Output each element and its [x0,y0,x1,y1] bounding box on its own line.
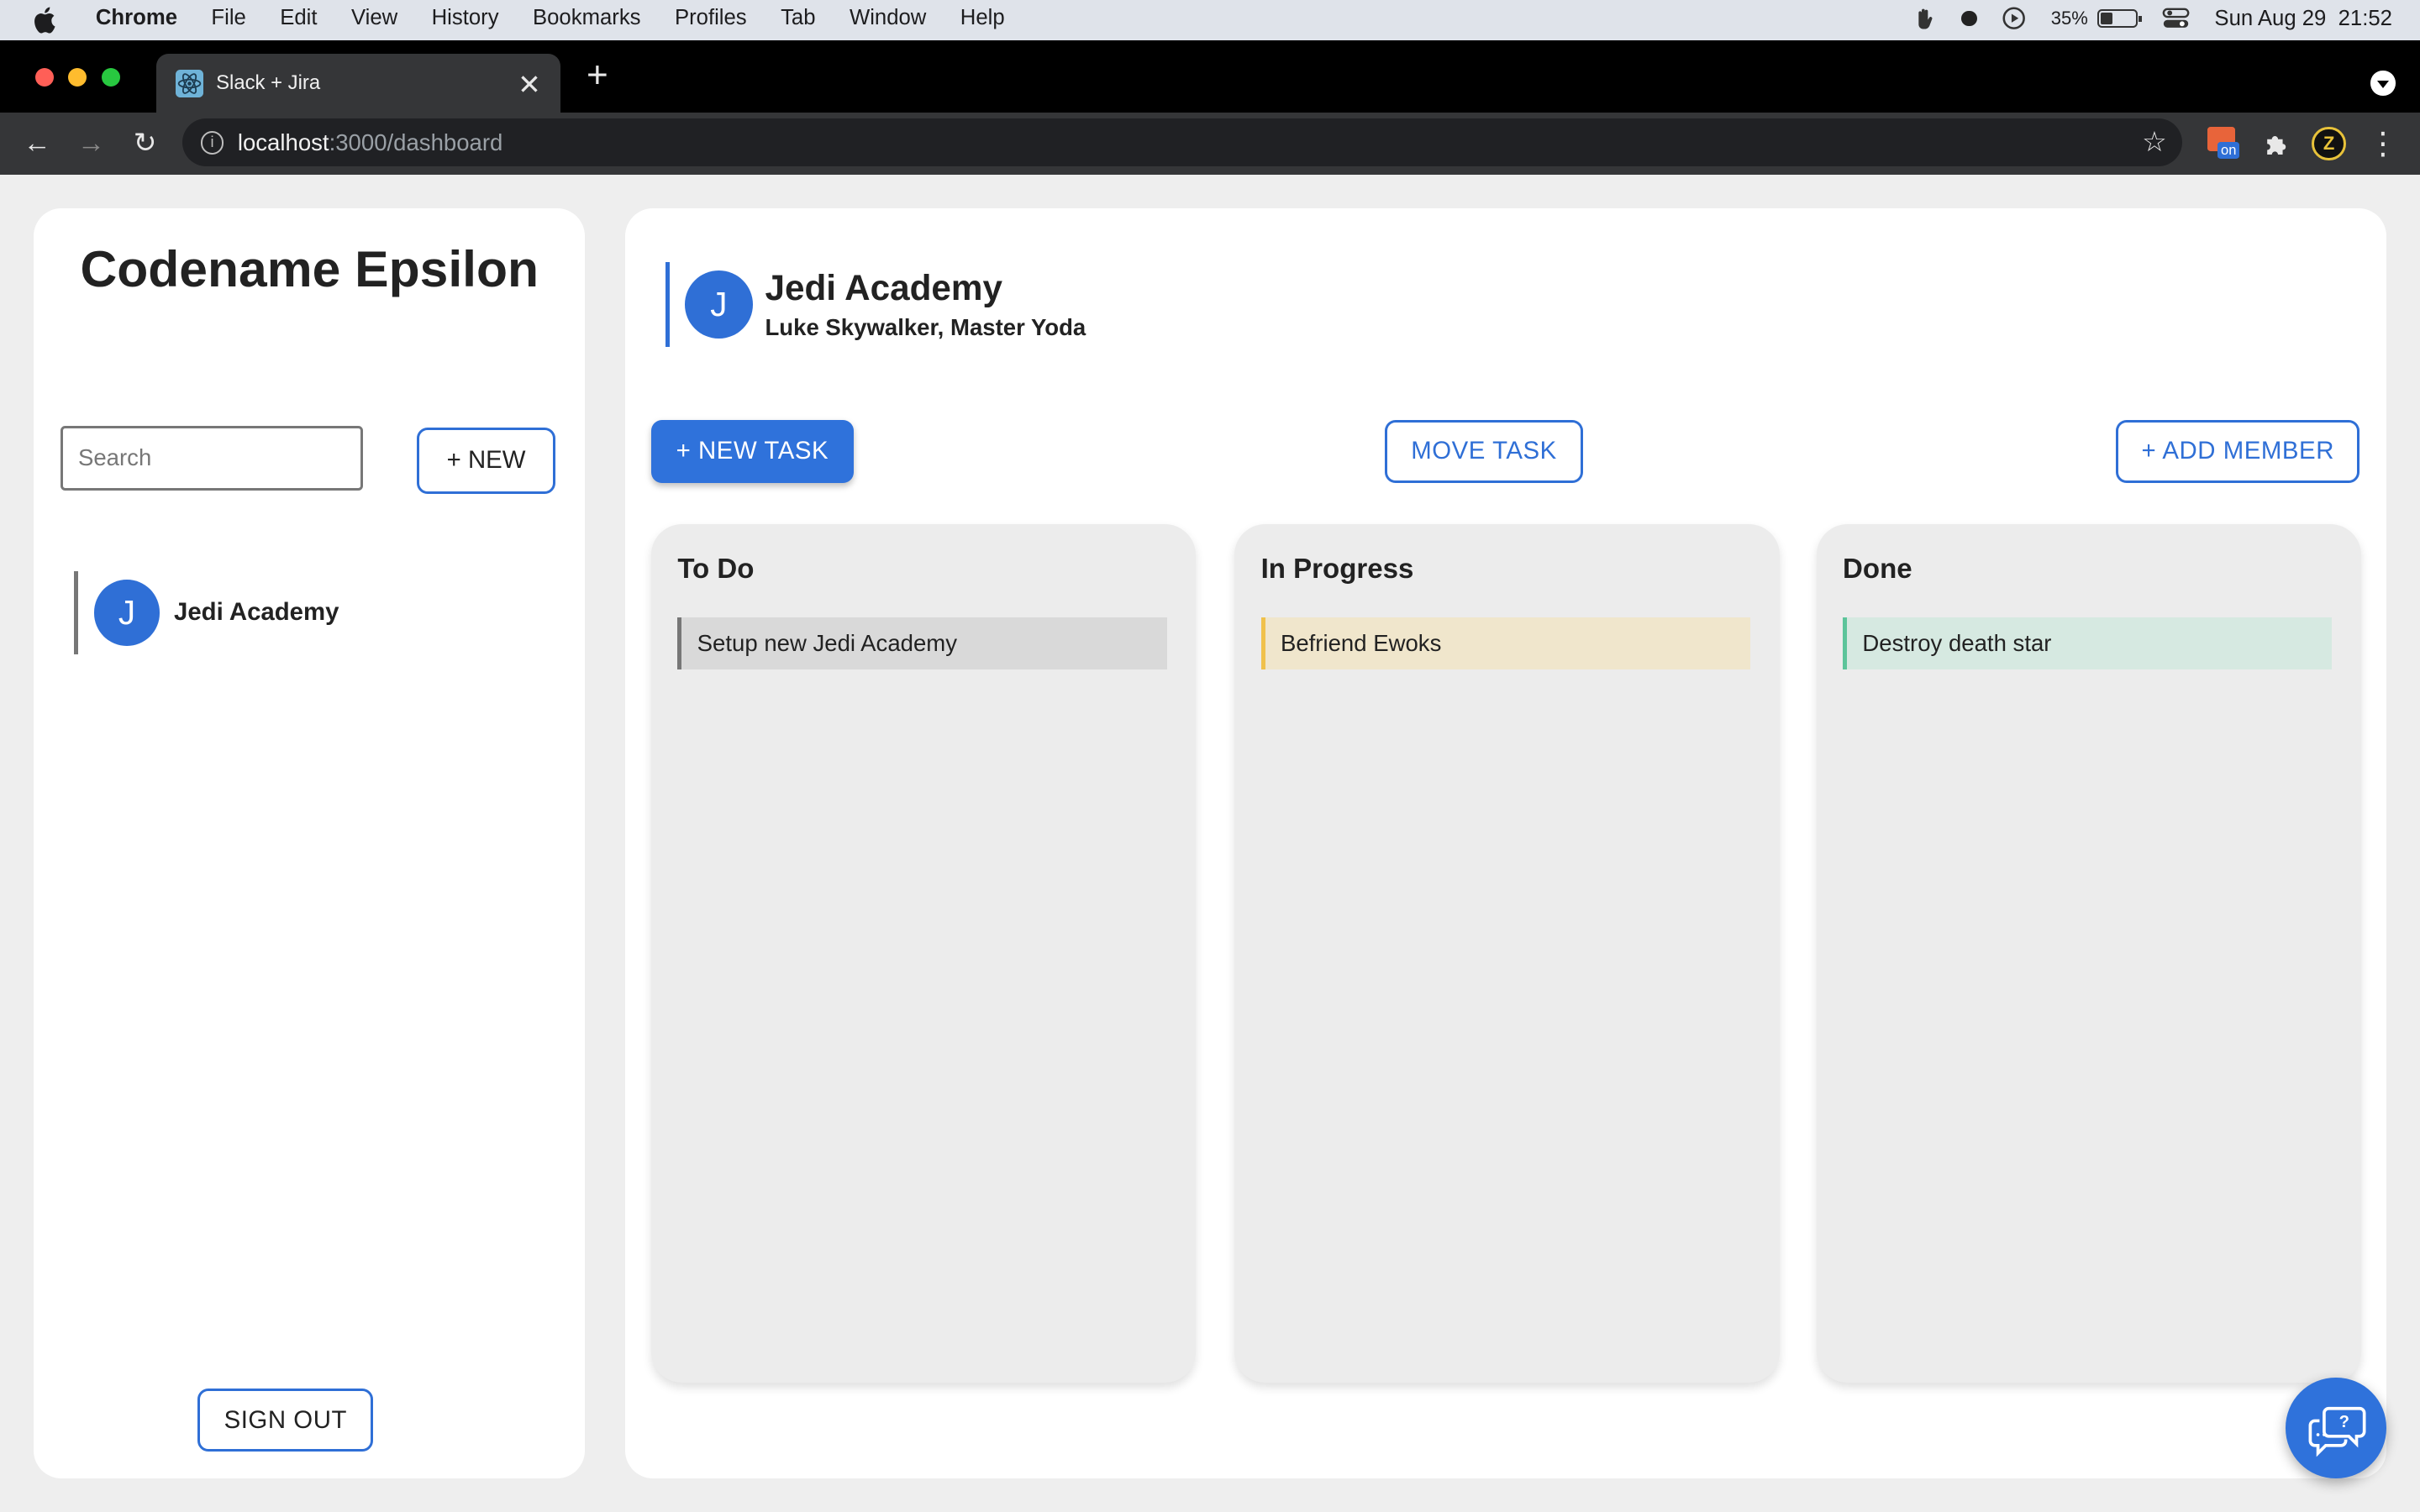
tab-search-icon[interactable] [2370,71,2396,96]
new-channel-button[interactable]: + NEW [416,427,556,494]
sidebar: Codename Epsilon + NEW J Jedi Academy SI… [34,207,586,1478]
reload-icon[interactable]: ↻ [128,127,161,160]
column-in-progress: In Progress Befriend Ewoks [1234,524,1780,1383]
extension-badge-label: on [2217,141,2240,160]
play-icon[interactable] [2002,6,2026,30]
menu-profiles[interactable]: Profiles [675,6,747,30]
status-area: 35% Sun Aug 29 21:52 [1912,6,2392,30]
menu-bookmarks[interactable]: Bookmarks [533,6,641,30]
url-path: :3000/dashboard [329,129,503,155]
svg-text:?: ? [2339,1413,2349,1431]
new-tab-icon[interactable]: + [581,56,614,93]
record-icon[interactable] [1961,10,1977,27]
app-menu: Chrome File Edit View History Bookmarks … [96,6,1039,30]
help-chat-icon: ? [2308,1407,2366,1457]
clock[interactable]: Sun Aug 29 21:52 [2214,7,2392,31]
column-to-do: To Do Setup new Jedi Academy [651,524,1197,1383]
apple-icon[interactable] [34,6,58,34]
task-card[interactable]: Destroy death star [1843,617,2333,670]
profile-avatar-icon[interactable]: Z [2312,126,2346,160]
tab-title: Slack + Jira [216,71,321,95]
add-member-button[interactable]: + ADD MEMBER [2116,419,2360,483]
close-tab-icon[interactable]: ✕ [514,68,545,102]
battery-indicator[interactable]: 35% [2050,8,2142,29]
column-title: Done [1843,554,1912,585]
project-board: J Jedi Academy Luke Skywalker, Master Yo… [624,207,2386,1478]
help-chat-button[interactable]: ? [2286,1378,2386,1478]
column-done: Done Destroy death star [1816,524,2362,1383]
app-page: Codename Epsilon + NEW J Jedi Academy SI… [0,174,2420,1512]
project-header: J Jedi Academy Luke Skywalker, Master Yo… [665,262,1086,348]
menu-tab[interactable]: Tab [781,6,815,30]
sign-out-button[interactable]: SIGN OUT [197,1389,374,1452]
extension-badge-icon[interactable]: on [2207,126,2241,160]
task-card[interactable]: Setup new Jedi Academy [677,617,1167,670]
browser-tab[interactable]: Slack + Jira ✕ [155,54,560,113]
site-info-icon[interactable]: i [200,131,224,155]
bookmark-star-icon[interactable]: ☆ [2142,125,2167,159]
hand-icon[interactable] [1912,6,1937,30]
close-window-icon[interactable] [35,67,55,87]
column-title: In Progress [1260,554,1414,585]
url-host: localhost [237,129,329,155]
project-avatar: J [684,270,753,339]
react-favicon-icon [176,69,204,97]
menu-window[interactable]: Window [850,6,926,30]
sidebar-item-jedi-academy[interactable]: J Jedi Academy [74,570,537,654]
battery-percent: 35% [2050,8,2088,29]
sidebar-item-label: Jedi Academy [174,598,339,627]
menu-app-name[interactable]: Chrome [96,6,177,30]
menu-file[interactable]: File [211,6,245,30]
back-icon[interactable]: ← [20,127,54,160]
menu-help[interactable]: Help [960,6,1005,30]
project-members: Luke Skywalker, Master Yoda [765,314,1086,341]
maximize-window-icon[interactable] [102,67,121,87]
control-center-icon[interactable] [2162,8,2190,29]
browser-toolbar: ← → ↻ i localhost:3000/dashboard ☆ on Z … [0,113,2420,175]
menu-view[interactable]: View [351,6,397,30]
battery-icon [2096,9,2142,29]
menu-edit[interactable]: Edit [280,6,317,30]
address-bar[interactable]: i localhost:3000/dashboard ☆ [182,118,2183,167]
app-title: Codename Epsilon [80,239,539,297]
tab-strip: Slack + Jira ✕ + [0,39,2420,113]
task-card[interactable]: Befriend Ewoks [1260,617,1750,670]
project-title: Jedi Academy [765,268,1002,308]
menu-history[interactable]: History [432,6,499,30]
avatar: J [93,579,160,646]
minimize-window-icon[interactable] [67,67,87,87]
macos-menu-bar: Chrome File Edit View History Bookmarks … [0,0,2420,40]
extensions-puzzle-icon[interactable] [2260,127,2293,160]
new-task-button[interactable]: + NEW TASK [651,419,854,483]
search-input[interactable] [60,425,363,491]
forward-icon[interactable]: → [74,127,108,160]
move-task-button[interactable]: MOVE TASK [1384,419,1584,483]
chrome-menu-icon[interactable]: ⋮ [2366,126,2400,160]
column-title: To Do [677,554,755,585]
